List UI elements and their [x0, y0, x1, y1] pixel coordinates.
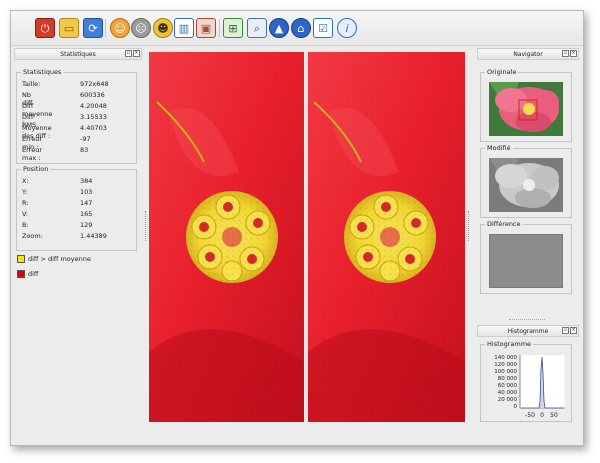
refresh-icon[interactable]: ⟳ — [83, 18, 103, 38]
legend-item-above-mean: diff > diff moyenne — [17, 255, 91, 263]
toolbar-separator — [105, 19, 106, 37]
float-icon[interactable]: ▫ — [562, 50, 569, 57]
difference-group-title: Différence — [485, 220, 523, 228]
position-label: B: — [22, 221, 29, 229]
app-window: ⏻ ▭ ⟳ ☺ ☹ ☻ ▥ ▣ ⊞ ⌕ ▲ ⌂ ☑ i Statistiques… — [10, 10, 584, 446]
histogram-group: Histogramme 140 000 120 000 100 000 80 0… — [480, 340, 572, 422]
position-value: 147 — [80, 199, 93, 207]
image-divider[interactable] — [304, 52, 308, 422]
splitter-handle[interactable] — [145, 211, 147, 241]
original-group-title: Originale — [485, 68, 519, 76]
float-icon[interactable]: ▫ — [125, 50, 132, 57]
arrow-home-icon[interactable]: ⌂ — [291, 18, 311, 38]
position-label: Zoom: — [22, 232, 43, 240]
image-view-icon[interactable]: ▣ — [196, 18, 216, 38]
position-value: 384 — [80, 177, 93, 185]
panel-buttons: ▫ × — [125, 50, 140, 57]
position-label: V: — [22, 210, 29, 218]
close-icon[interactable]: × — [570, 327, 577, 334]
original-thumbnail[interactable] — [489, 82, 563, 136]
zoom-icon[interactable]: ⌕ — [247, 18, 267, 38]
modified-thumbnail[interactable] — [489, 158, 563, 212]
statistics-group-title: Statistiques — [21, 68, 64, 76]
y-tick-label: 100 000 — [494, 369, 517, 375]
left-image — [149, 52, 304, 422]
legend-item-diff: diff — [17, 270, 38, 278]
checklist-icon[interactable]: ☑ — [313, 18, 333, 38]
y-tick-label: 60 000 — [498, 383, 518, 389]
right-image — [308, 52, 465, 422]
y-tick-label: 0 — [514, 404, 518, 410]
close-icon[interactable]: × — [133, 50, 140, 57]
float-icon[interactable]: ▫ — [562, 327, 569, 334]
image-comparison-view[interactable] — [149, 52, 465, 422]
panel-buttons: ▫ × — [562, 327, 577, 334]
toolbar-separator — [219, 19, 220, 37]
folder-open-icon[interactable]: ▭ — [59, 18, 79, 38]
statistics-panel-title-text: Statistiques — [60, 50, 96, 58]
histogram-group-title: Histogramme — [485, 340, 534, 348]
legend-label: diff > diff moyenne — [28, 255, 91, 263]
stat-value: 4.20048 — [80, 102, 107, 110]
stat-value: -97 — [80, 135, 91, 143]
stat-value: 972x648 — [80, 80, 109, 88]
legend-label: diff — [28, 270, 39, 278]
y-tick-label: 120 000 — [494, 362, 517, 368]
position-label: X: — [22, 177, 29, 185]
legend-swatch-red — [17, 270, 25, 278]
position-group: Position X: 384 Y: 103 R: 147 V: 165 B: 129 Z… — [16, 165, 137, 251]
smiley-icon[interactable]: ☺ — [110, 18, 130, 38]
smile-icon[interactable]: ☻ — [153, 18, 173, 38]
difference-group: Différence — [480, 220, 572, 294]
modified-group-title: Modifié — [485, 144, 513, 152]
difference-thumbnail[interactable] — [489, 234, 563, 288]
position-label: Y: — [22, 188, 28, 196]
position-group-title: Position — [21, 165, 51, 173]
original-group: Originale — [480, 68, 572, 142]
close-icon[interactable]: × — [570, 50, 577, 57]
navigator-panel-title-text: Navigator — [513, 50, 543, 58]
histogram-panel-title-text: Histogramme — [507, 327, 549, 335]
stat-value: 3.15533 — [80, 113, 107, 121]
toolbar: ⏻ ▭ ⟳ ☺ ☹ ☻ ▥ ▣ ⊞ ⌕ ▲ ⌂ ☑ i — [11, 11, 583, 46]
y-tick-label: 80 000 — [498, 376, 518, 382]
info-icon[interactable]: i — [337, 18, 357, 38]
position-label: R: — [22, 199, 29, 207]
stat-value: 83 — [80, 146, 89, 154]
y-tick-label: 40 000 — [498, 390, 518, 396]
histogram-panel-title[interactable]: Histogramme ▫ × — [477, 325, 579, 337]
arrow-up-icon[interactable]: ▲ — [269, 18, 289, 38]
layout-icon[interactable]: ▥ — [174, 18, 194, 38]
statistics-panel-title[interactable]: Statistiques ▫ × — [14, 48, 142, 60]
stat-label: Erreur max : — [22, 146, 42, 162]
stat-value: 600336 — [80, 91, 105, 99]
position-value: 129 — [80, 221, 93, 229]
x-tick-label: 50 — [550, 412, 558, 419]
modified-group: Modifié — [480, 144, 572, 218]
splitter-handle[interactable] — [509, 319, 545, 321]
power-icon[interactable]: ⏻ — [35, 18, 55, 38]
navigator-panel-title[interactable]: Navigator ▫ × — [477, 48, 579, 60]
stat-value: 4.40703 — [80, 124, 107, 132]
x-tick-label: -50 — [525, 412, 535, 419]
histogram-chart: 140 000 120 000 100 000 80 000 60 000 40… — [494, 355, 565, 419]
sad-face-icon[interactable]: ☹ — [131, 18, 151, 38]
position-value: 103 — [80, 188, 93, 196]
legend-swatch-yellow — [17, 255, 25, 263]
x-tick-label: 0 — [540, 412, 544, 419]
y-tick-label: 20 000 — [498, 397, 518, 403]
zoom-fit-icon[interactable]: ⊞ — [223, 18, 243, 38]
position-value: 1.44389 — [80, 232, 107, 240]
stat-label: Taille: — [22, 80, 41, 88]
statistics-group: Statistiques Taille: 972x648 Nb diff :600… — [16, 68, 137, 164]
splitter-handle[interactable] — [468, 211, 470, 241]
panel-buttons: ▫ × — [562, 50, 577, 57]
y-tick-label: 140 000 — [494, 355, 517, 361]
position-value: 165 — [80, 210, 93, 218]
